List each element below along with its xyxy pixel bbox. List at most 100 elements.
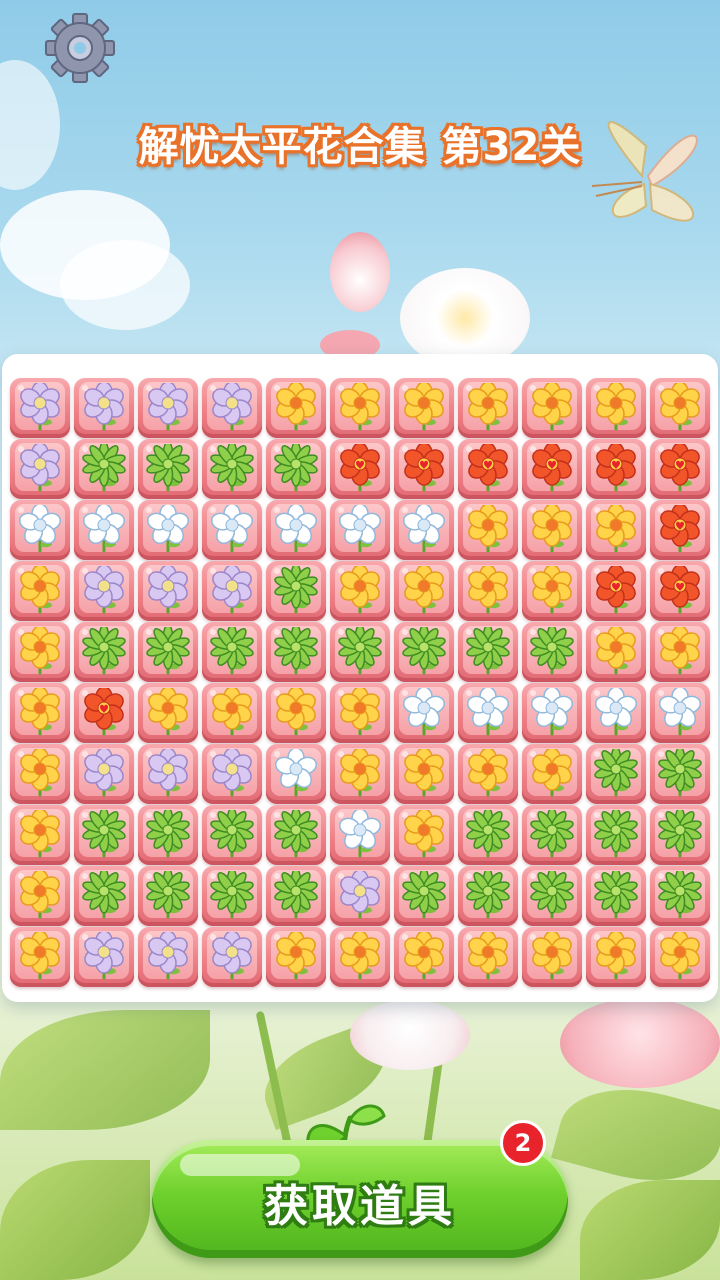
tile-purple[interactable] (138, 744, 198, 804)
tile-yellow[interactable] (522, 561, 582, 621)
tile-green[interactable] (586, 805, 646, 865)
tile-green[interactable] (266, 622, 326, 682)
tile-white[interactable] (10, 500, 70, 560)
tile-green[interactable] (138, 805, 198, 865)
tile-green[interactable] (586, 744, 646, 804)
tile-yellow[interactable] (586, 500, 646, 560)
tile-yellow[interactable] (330, 927, 390, 987)
settings-button[interactable] (40, 8, 120, 88)
tile-green[interactable] (202, 622, 262, 682)
tile-green[interactable] (74, 439, 134, 499)
tile-green[interactable] (586, 866, 646, 926)
tile-yellow[interactable] (650, 622, 710, 682)
tile-purple[interactable] (74, 378, 134, 438)
tile-white[interactable] (266, 744, 326, 804)
tile-white[interactable] (650, 683, 710, 743)
tile-purple[interactable] (202, 378, 262, 438)
tile-green[interactable] (74, 866, 134, 926)
tile-green[interactable] (522, 866, 582, 926)
tile-green[interactable] (266, 439, 326, 499)
tile-red[interactable] (586, 439, 646, 499)
tile-purple[interactable] (10, 378, 70, 438)
tile-green[interactable] (458, 866, 518, 926)
tile-purple[interactable] (202, 927, 262, 987)
tile-green[interactable] (458, 622, 518, 682)
tile-red[interactable] (650, 500, 710, 560)
tile-green[interactable] (266, 805, 326, 865)
tile-green[interactable] (138, 439, 198, 499)
tile-yellow[interactable] (394, 805, 454, 865)
tile-yellow[interactable] (522, 500, 582, 560)
tile-yellow[interactable] (330, 744, 390, 804)
tile-green[interactable] (74, 805, 134, 865)
tile-green[interactable] (650, 744, 710, 804)
tile-purple[interactable] (74, 927, 134, 987)
tile-purple[interactable] (74, 744, 134, 804)
tile-green[interactable] (394, 622, 454, 682)
tile-green[interactable] (74, 622, 134, 682)
tile-yellow[interactable] (394, 927, 454, 987)
tile-red[interactable] (458, 439, 518, 499)
tile-purple[interactable] (330, 866, 390, 926)
tile-yellow[interactable] (458, 744, 518, 804)
tile-yellow[interactable] (458, 500, 518, 560)
tile-yellow[interactable] (330, 683, 390, 743)
tile-yellow[interactable] (10, 805, 70, 865)
tile-purple[interactable] (202, 744, 262, 804)
tile-yellow[interactable] (586, 927, 646, 987)
tile-yellow[interactable] (586, 378, 646, 438)
tile-yellow[interactable] (330, 561, 390, 621)
tile-red[interactable] (394, 439, 454, 499)
tile-green[interactable] (650, 805, 710, 865)
tile-yellow[interactable] (586, 622, 646, 682)
tile-yellow[interactable] (650, 378, 710, 438)
tile-red[interactable] (650, 561, 710, 621)
tile-purple[interactable] (138, 927, 198, 987)
tile-green[interactable] (394, 866, 454, 926)
tile-white[interactable] (202, 500, 262, 560)
tile-yellow[interactable] (522, 744, 582, 804)
tile-red[interactable] (650, 439, 710, 499)
tile-yellow[interactable] (394, 561, 454, 621)
tile-yellow[interactable] (266, 927, 326, 987)
tile-yellow[interactable] (10, 683, 70, 743)
tile-green[interactable] (650, 866, 710, 926)
tile-red[interactable] (522, 439, 582, 499)
tile-purple[interactable] (138, 378, 198, 438)
tile-yellow[interactable] (10, 561, 70, 621)
tile-white[interactable] (330, 805, 390, 865)
tile-green[interactable] (202, 866, 262, 926)
tile-yellow[interactable] (458, 561, 518, 621)
tile-yellow[interactable] (10, 927, 70, 987)
tile-green[interactable] (458, 805, 518, 865)
tile-yellow[interactable] (522, 927, 582, 987)
tile-purple[interactable] (202, 561, 262, 621)
tile-red[interactable] (74, 683, 134, 743)
tile-green[interactable] (138, 622, 198, 682)
tile-white[interactable] (522, 683, 582, 743)
tile-yellow[interactable] (266, 683, 326, 743)
tile-green[interactable] (330, 622, 390, 682)
tile-white[interactable] (586, 683, 646, 743)
tile-yellow[interactable] (394, 378, 454, 438)
tile-green[interactable] (522, 622, 582, 682)
tile-yellow[interactable] (458, 378, 518, 438)
tile-yellow[interactable] (394, 744, 454, 804)
tile-yellow[interactable] (10, 622, 70, 682)
tile-green[interactable] (202, 805, 262, 865)
tile-green[interactable] (266, 866, 326, 926)
tile-purple[interactable] (10, 439, 70, 499)
tile-white[interactable] (330, 500, 390, 560)
tile-red[interactable] (330, 439, 390, 499)
tile-yellow[interactable] (458, 927, 518, 987)
tile-yellow[interactable] (202, 683, 262, 743)
tile-yellow[interactable] (138, 683, 198, 743)
tile-white[interactable] (266, 500, 326, 560)
tile-green[interactable] (202, 439, 262, 499)
tile-white[interactable] (394, 683, 454, 743)
tile-yellow[interactable] (10, 744, 70, 804)
tile-green[interactable] (266, 561, 326, 621)
tile-yellow[interactable] (522, 378, 582, 438)
tile-white[interactable] (138, 500, 198, 560)
tile-yellow[interactable] (266, 378, 326, 438)
